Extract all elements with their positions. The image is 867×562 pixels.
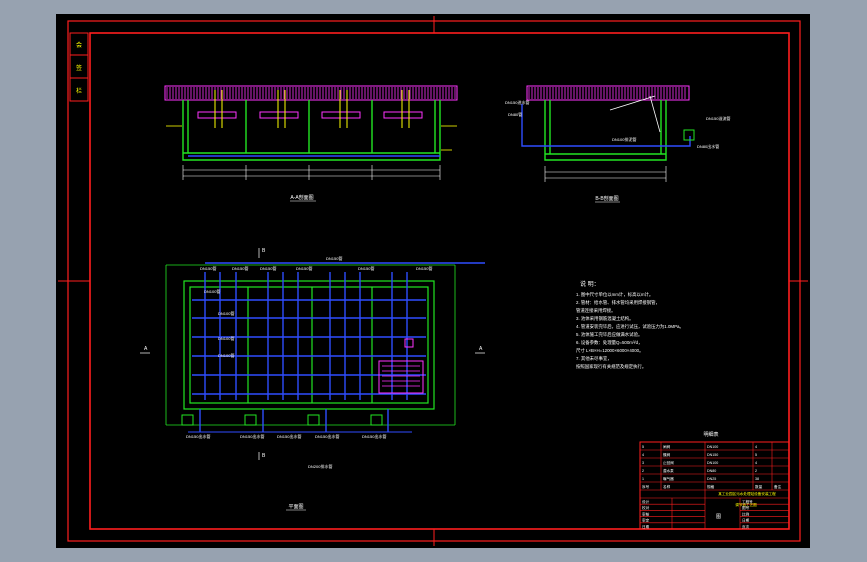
note-line: 6. 设备参数：处理量Q=500m³/d， [576,339,642,346]
tb-cell: 潜水泵 [663,468,674,473]
stamp-row: 审核 [642,511,650,516]
tb-cell: 2 [755,469,757,473]
top-main-label: DN150管 [260,265,276,271]
cad-viewport[interactable]: 会 签 栏 A-A剖面图 B-B剖面图 DN150进水管 DN100排泥管 DN… [0,0,867,562]
note-line: 4. 管道安装完毕后，应进行试压，试验压力为1.0MPa。 [576,323,684,330]
tb-header: 备注 [774,484,782,489]
tb-cell: DN25 [707,477,716,481]
outlet-label: DN150出水管 [186,433,210,439]
branch-label: DN100管 [204,288,220,294]
tb-cell: 4 [642,453,644,457]
branch-label: DN100管 [218,335,234,341]
project-title: 某工业园区污水处理站设备安装工程 [718,491,776,496]
tb-cell: 5 [642,445,644,449]
bb-label-inlet: DN150进水管 [505,99,529,105]
strip-label-2: 签 [76,64,82,72]
tb-header: 序号 [642,484,650,489]
branch-label: DN100管 [218,352,234,358]
sheet-label: 图 [716,514,721,520]
top-main-label: DN150管 [296,265,312,271]
top-main-label: DN150管 [200,265,216,271]
tb-cell: 1 [642,477,644,481]
outlet-label: DN150出水管 [362,433,386,439]
outlet-label: DN150出水管 [277,433,301,439]
section-bb-title: B-B剖面图 [595,195,618,202]
tb-right-row: 比例 [742,511,750,516]
outlet-label: DN150出水管 [240,433,264,439]
note-line: 尺寸 L×B×H=12000×6000×4000。 [576,347,644,354]
tb-cell: 38 [755,477,759,481]
strip-label-1: 会 [76,41,82,49]
tb-cell: DN150 [707,453,718,457]
top-main-label: DN150管 [358,265,374,271]
tb-cell: 5 [755,453,757,457]
tb-right-row: 页次 [742,524,750,529]
tb-cell: 4 [755,445,757,449]
tb-cell: 3 [642,461,644,465]
tb-cell: DN100 [707,445,718,449]
top-main-label: DN150管 [416,265,432,271]
note-line: 1. 图中尺寸单位以mm计，标高以m计。 [576,291,653,298]
bb-label-outlet: DN80出水管 [697,143,719,149]
branch-label: DN100管 [218,310,234,316]
tb-right-row: 图号 [742,505,750,510]
tb-header: 规格 [707,484,715,489]
stamp-row: 审定 [642,518,650,523]
plan-title: 平面图 [288,504,303,510]
bb-label-overflow: DN150溢流管 [706,115,730,121]
note-line: 3. 池体采用钢筋混凝土结构。 [576,315,634,322]
note-line: 5. 池体施工完毕后应做满水试验。 [576,331,642,338]
stamp-row: 日期 [642,524,650,529]
tb-cell: DN100 [707,461,718,465]
tb-cell: 闸阀 [663,444,671,449]
note-line: 管道连接采用焊接。 [576,307,616,314]
tb-header: 名称 [663,484,671,489]
tb-right-row: 工程号 [742,499,753,504]
tb-cell: 4 [755,461,757,465]
top-main-label: DN150管 [232,265,248,271]
bb-label-drain: DN80管 [508,111,522,117]
outfall-label: DN200排水管 [308,463,332,469]
tb-cell: 2 [642,469,644,473]
note-line: 2. 管材：给水管、排水管均采用焊接钢管， [576,299,660,306]
tb-cell: 曝气器 [663,476,674,481]
note-line: 按照国家现行有关规范及规定执行。 [576,363,646,370]
section-aa-title: A-A剖面图 [290,194,313,201]
outlet-label: DN150出水管 [315,433,339,439]
tb-cell: 蝶阀 [663,452,671,457]
tb-cell: 止回阀 [663,460,674,465]
bb-label-sludge: DN100排泥管 [612,136,636,142]
notes-heading: 说 明： [580,280,600,288]
note-line: 7. 其他未尽事宜， [576,355,612,362]
strip-label-3: 栏 [76,87,82,95]
tb-right-row: 日期 [742,518,750,523]
stamp-row: 设计 [642,499,650,504]
parts-table-title: 明细表 [703,431,718,438]
top-main-label: DN150管 [326,255,342,261]
tb-cell: DN80 [707,469,716,473]
tb-header: 数量 [755,484,763,489]
stamp-row: 校对 [642,505,650,510]
